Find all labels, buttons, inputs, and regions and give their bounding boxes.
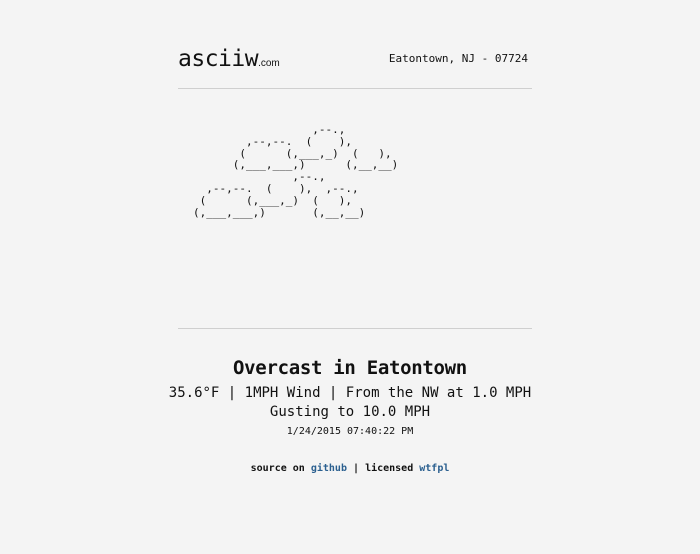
header-divider xyxy=(178,88,532,89)
logo-main: asciiw xyxy=(178,46,259,72)
site-logo[interactable]: asciiw.com xyxy=(178,46,280,72)
weather-timestamp: 1/24/2015 07:40:22 PM xyxy=(286,426,414,437)
footer: source on github | licensed wtfpl xyxy=(150,463,550,474)
weather-details: 35.6°F | 1MPH Wind | From the NW at 1.0 … xyxy=(150,384,550,422)
footer-separator: | xyxy=(353,463,360,474)
weather-detail-line-1: 35.6°F | 1MPH Wind | From the NW at 1.0 … xyxy=(168,385,532,401)
footer-licensed-text: licensed xyxy=(365,463,414,474)
weather-detail-line-2: Gusting to 10.0 MPH xyxy=(269,404,431,420)
ascii-weather-art: ,--., ,--,--. ( ), ( (,___,_) ( ), (,___… xyxy=(193,123,399,219)
location-label: Eatontown, NJ - 07724 xyxy=(388,52,528,65)
header: asciiw.com Eatontown, NJ - 07724 xyxy=(178,40,532,80)
logo-tld: .com xyxy=(258,58,280,69)
license-link[interactable]: wtfpl xyxy=(419,463,449,474)
github-link[interactable]: github xyxy=(311,463,347,474)
art-divider xyxy=(178,328,532,329)
footer-source-text: source on xyxy=(250,463,305,474)
weather-headline: Overcast in Eatontown xyxy=(233,357,467,379)
